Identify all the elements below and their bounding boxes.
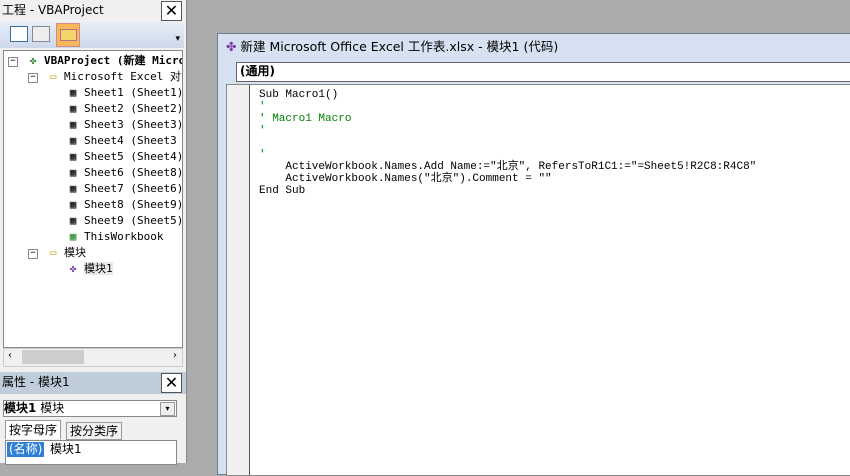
collapse-icon[interactable]: −	[8, 57, 18, 67]
project-tree[interactable]: − ✤ VBAProject (新建 Microsoft Excel 工作表.xls…	[3, 50, 183, 348]
project-pane-title: 工程 - VBAProject ✕	[0, 0, 186, 22]
code-line[interactable]: Sub Macro1()	[259, 89, 338, 101]
object-combo[interactable]: (通用)	[236, 62, 850, 82]
tree-node-label: Microsoft Excel 对象	[64, 70, 183, 83]
tab-categorized[interactable]: 按分类序	[66, 422, 123, 440]
tree-node-label: Sheet9 (Sheet5)	[84, 214, 183, 227]
tree-node[interactable]: ▦ ThisWorkbook	[66, 229, 164, 245]
tree-node[interactable]: ▦ Sheet1 (Sheet1)	[66, 85, 183, 101]
tree-node[interactable]: ▦ Sheet6 (Sheet8)	[66, 165, 183, 181]
tree-node-label: 模块	[64, 246, 86, 259]
toolbar-overflow-icon[interactable]: ▾	[175, 34, 180, 44]
properties-pane-title-text: 属性 - 模块1	[2, 375, 70, 389]
scroll-left-icon[interactable]: ‹	[8, 350, 12, 361]
sheet-icon: ▦	[69, 182, 77, 195]
tree-node-label: Sheet6 (Sheet8)	[84, 166, 183, 179]
tree-node-label: Sheet4 (Sheet3 (2))	[84, 134, 182, 147]
code-editor[interactable]: Sub Macro1() ' ' Macro1 Macro ' ' ActiveWork…	[226, 84, 850, 476]
property-name[interactable]: (名称)	[7, 442, 45, 457]
tree-node[interactable]: ▦ Sheet8 (Sheet9)	[66, 197, 183, 213]
code-line[interactable]: ActiveWorkbook.Names("北京").Comment = ""	[259, 173, 551, 185]
project-explorer-pane: 工程 - VBAProject ✕ ▾ − ✤ VBAProject (新建 Mic…	[0, 0, 187, 465]
toggle-folders-icon[interactable]	[56, 23, 80, 47]
tree-node-label: Sheet3 (Sheet3)	[84, 118, 183, 131]
sheet-icon: ▦	[69, 86, 77, 99]
collapse-icon[interactable]: −	[28, 73, 38, 83]
code-line[interactable]: '	[259, 125, 266, 137]
project-toolbar: ▾	[0, 22, 184, 48]
tree-node-label: VBAProject (新建 Microsoft Excel 工作表.xlsx)	[44, 54, 182, 67]
tree-node-label: 模块1	[84, 262, 113, 275]
tree-node[interactable]: − ▭ 模块	[28, 245, 86, 261]
sheet-icon: ▦	[69, 214, 77, 227]
properties-grid: (名称) 模块1	[5, 440, 177, 465]
object-select[interactable]: 模块1 模块 ▾	[3, 400, 177, 417]
code-line[interactable]: '	[259, 101, 266, 113]
properties-pane-title: 属性 - 模块1 ✕	[0, 372, 186, 394]
view-code-icon[interactable]	[10, 26, 28, 42]
dropdown-icon[interactable]: ▾	[160, 402, 175, 416]
tree-node[interactable]: ▦ Sheet9 (Sheet5)	[66, 213, 183, 229]
scroll-thumb[interactable]	[22, 350, 84, 364]
tree-node[interactable]: ▦ Sheet7 (Sheet6)	[66, 181, 183, 197]
code-line[interactable]: '	[259, 149, 266, 161]
project-pane-title-text: 工程 - VBAProject	[2, 3, 104, 17]
vba-project-icon: ✤	[29, 54, 37, 67]
object-type: 模块	[40, 401, 65, 415]
collapse-icon[interactable]: −	[28, 249, 38, 259]
code-line[interactable]: End Sub	[259, 185, 305, 197]
tree-horizontal-scrollbar[interactable]: ‹ ›	[3, 348, 183, 367]
folder-icon: ▭	[49, 246, 57, 259]
tab-alphabetic[interactable]: 按字母序	[5, 420, 62, 439]
code-window: ✤ 新建 Microsoft Office Excel 工作表.xlsx - 模…	[217, 33, 850, 476]
tree-node-label: Sheet7 (Sheet6)	[84, 182, 183, 195]
tree-node[interactable]: ✤ 模块1	[66, 261, 113, 277]
sheet-icon: ▦	[69, 150, 77, 163]
tree-node-label: Sheet2 (Sheet2)	[84, 102, 183, 115]
object-name: 模块1	[4, 401, 37, 415]
tree-node[interactable]: − ✤ VBAProject (新建 Microsoft Excel 工作表.xls…	[8, 53, 182, 69]
tree-node-label: Sheet8 (Sheet9)	[84, 198, 183, 211]
tree-node[interactable]: − ▭ Microsoft Excel 对象	[28, 69, 183, 85]
tree-node[interactable]: ▦ Sheet5 (Sheet4)	[66, 149, 183, 165]
view-object-icon[interactable]	[32, 26, 50, 42]
tree-node-label: Sheet1 (Sheet1)	[84, 86, 183, 99]
tree-node-label: ThisWorkbook	[84, 230, 164, 243]
sheet-icon: ▦	[69, 102, 77, 115]
code-window-title: ✤ 新建 Microsoft Office Excel 工作表.xlsx - 模…	[218, 34, 850, 60]
sheet-icon: ▦	[69, 198, 77, 211]
tree-node-label: Sheet5 (Sheet4)	[84, 150, 183, 163]
sheet-icon: ▦	[69, 134, 77, 147]
property-value[interactable]: 模块1	[50, 442, 82, 457]
close-properties-pane-button[interactable]: ✕	[161, 373, 182, 393]
close-project-pane-button[interactable]: ✕	[161, 1, 182, 21]
folder-icon: ▭	[49, 70, 57, 83]
module-icon: ✤	[226, 39, 237, 54]
code-window-title-text: 新建 Microsoft Office Excel 工作表.xlsx - 模块1…	[240, 39, 559, 54]
code-line[interactable]: ActiveWorkbook.Names.Add Name:="北京", Ref…	[259, 161, 756, 173]
tree-node[interactable]: ▦ Sheet3 (Sheet3)	[66, 117, 183, 133]
module-icon: ✤	[69, 262, 77, 275]
scroll-right-icon[interactable]: ›	[173, 350, 177, 361]
tree-node[interactable]: ▦ Sheet4 (Sheet3 (2))	[66, 133, 182, 149]
workbook-icon: ▦	[69, 230, 77, 243]
code-line[interactable]: ' Macro1 Macro	[259, 113, 351, 125]
margin-indicator-bar	[227, 85, 250, 475]
sheet-icon: ▦	[69, 166, 77, 179]
tree-node[interactable]: ▦ Sheet2 (Sheet2)	[66, 101, 183, 117]
sheet-icon: ▦	[69, 118, 77, 131]
